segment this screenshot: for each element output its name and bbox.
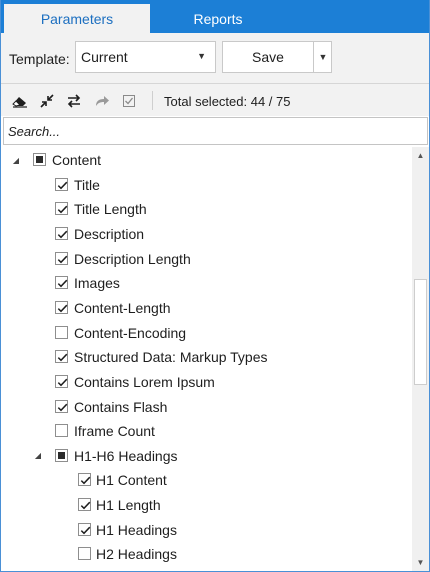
tree-item-label: H1 Headings — [96, 521, 177, 538]
tree-item-checkbox[interactable] — [78, 473, 91, 487]
tree-item[interactable]: Structured Data: Markup Types — [2, 345, 411, 369]
tree-item-label: Contains Lorem Ipsum — [74, 373, 215, 390]
parameters-window: Parameters Reports Template: Current ▼ S… — [0, 0, 430, 572]
tree-item-label: Images — [74, 275, 120, 292]
tree-item-checkbox[interactable] — [55, 399, 68, 413]
tree-item[interactable]: Content-Length — [2, 296, 411, 320]
tree-item-label: Iframe Count — [74, 423, 155, 440]
tree-item-checkbox[interactable] — [33, 153, 46, 166]
tree-item-label: Title — [74, 176, 100, 193]
parameters-tree: ◢ Content Title Title Length Description Desc… — [2, 147, 411, 571]
save-split-button: Save ▼ — [222, 41, 332, 73]
tree-scrollbar[interactable]: ▲ ▼ — [412, 147, 429, 571]
tab-reports[interactable]: Reports — [150, 4, 286, 33]
tree-item[interactable]: H1 Length — [2, 493, 411, 517]
tree-item-label: Content-Length — [74, 299, 171, 316]
collapse-icon[interactable] — [38, 92, 56, 110]
tree-item-label: Content — [52, 152, 102, 168]
tree-item[interactable]: Contains Lorem Ipsum — [2, 370, 411, 394]
tree-item[interactable]: H2 Headings — [2, 542, 411, 566]
tree-item-label: H2 Headings — [96, 546, 177, 563]
eraser-icon[interactable] — [11, 92, 29, 110]
tree-item-label: Content-Encoding — [74, 324, 187, 341]
redo-icon[interactable] — [93, 92, 111, 110]
tree-item-checkbox[interactable] — [78, 522, 91, 536]
expander-icon[interactable]: ◢ — [11, 148, 21, 172]
tree-item-checkbox[interactable] — [55, 177, 68, 191]
tree-item-label: H1-H6 Headings — [74, 447, 178, 464]
tree-item[interactable]: H1 Content — [2, 468, 411, 492]
search-input[interactable] — [3, 117, 428, 145]
swap-icon[interactable] — [65, 92, 83, 110]
tree-item[interactable]: Content-Encoding — [2, 321, 411, 345]
tree-item[interactable]: ◢ Content — [2, 148, 411, 172]
tree-item[interactable]: Description — [2, 222, 411, 246]
template-selected-value: Current — [81, 49, 128, 65]
tree-item-checkbox[interactable] — [55, 300, 68, 314]
expander-icon[interactable]: ◢ — [33, 444, 43, 468]
scrollbar-thumb[interactable] — [414, 279, 427, 385]
tree-item-checkbox[interactable] — [55, 350, 68, 364]
tree-item[interactable]: Title — [2, 173, 411, 197]
tree-item-label: Title Length — [74, 201, 147, 218]
toolbar: Total selected: 44 / 75 — [1, 83, 429, 116]
toolbar-separator — [152, 91, 153, 110]
tree-item-checkbox[interactable] — [55, 424, 68, 438]
tree-item-checkbox[interactable] — [55, 202, 68, 216]
save-button[interactable]: Save — [223, 42, 313, 72]
tree-item-label: Contains Flash — [74, 398, 168, 415]
tree-item-label: Structured Data: Markup Types — [74, 349, 268, 366]
tree-item-checkbox[interactable] — [78, 547, 91, 561]
tree-item-checkbox[interactable] — [55, 448, 68, 462]
tab-parameters[interactable]: Parameters — [4, 4, 150, 33]
checkbox-icon[interactable] — [120, 92, 138, 110]
tree-item-checkbox[interactable] — [55, 276, 68, 290]
tree-item-checkbox[interactable] — [55, 251, 68, 265]
save-dropdown-button[interactable]: ▼ — [314, 42, 332, 72]
chevron-down-icon: ▼ — [318, 52, 328, 62]
tree-item[interactable]: Images — [2, 271, 411, 295]
tree-item-label: H1 Content — [96, 472, 167, 489]
tree-item[interactable]: Title Length — [2, 197, 411, 221]
tree-item[interactable]: Iframe Count — [2, 419, 411, 443]
tree-item-checkbox[interactable] — [55, 226, 68, 240]
tree-item-label: Description Length — [74, 250, 191, 267]
template-select[interactable]: Current ▼ — [75, 41, 216, 73]
template-label: Template: — [9, 51, 70, 67]
tree-item-label: Description — [74, 225, 145, 242]
scroll-up-icon[interactable]: ▲ — [412, 147, 429, 164]
tree-item[interactable]: Contains Flash — [2, 395, 411, 419]
total-selected-text: Total selected: 44 / 75 — [164, 94, 291, 109]
tree-item-checkbox[interactable] — [55, 374, 68, 388]
tab-bar: Parameters Reports — [1, 0, 429, 33]
tree-item[interactable]: H1 Headings — [2, 518, 411, 542]
chevron-down-icon: ▼ — [197, 51, 206, 61]
template-row: Template: Current ▼ Save ▼ — [1, 33, 429, 83]
tree-item-checkbox[interactable] — [78, 498, 91, 512]
tree-item[interactable]: Description Length — [2, 247, 411, 271]
tree-item-checkbox[interactable] — [55, 325, 68, 339]
scroll-down-icon[interactable]: ▼ — [412, 554, 429, 571]
tree-item-label: H1 Length — [96, 497, 161, 514]
tree-item[interactable]: ◢ H1-H6 Headings — [2, 444, 411, 468]
